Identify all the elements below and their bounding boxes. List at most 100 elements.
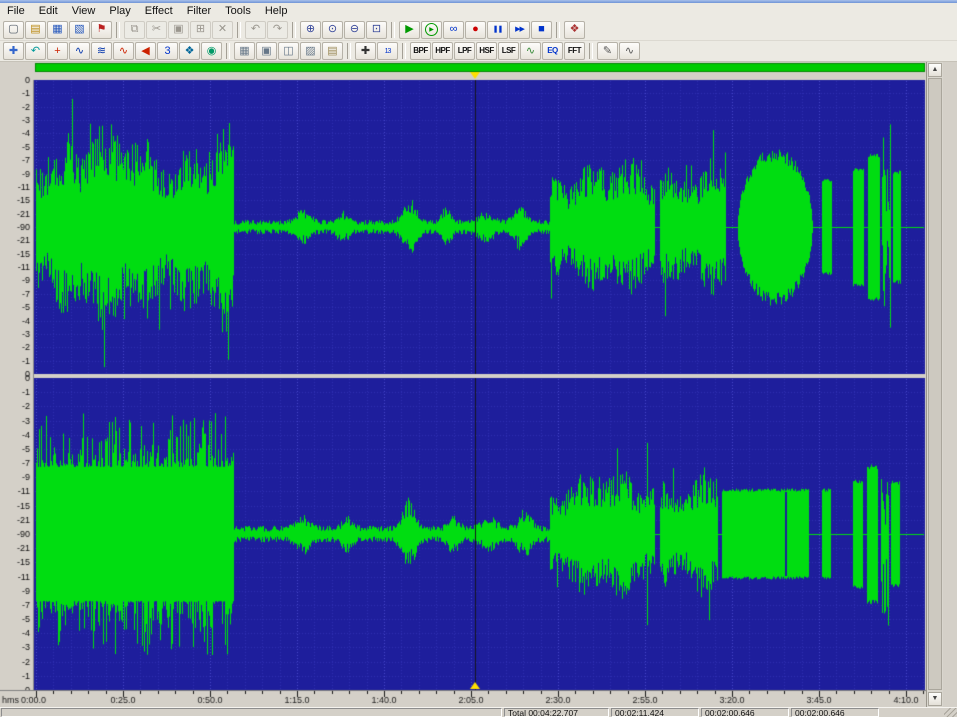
arrow-up-icon: ▲ [931, 66, 939, 73]
fft-icon: FFT [567, 46, 582, 55]
lpf-button[interactable]: LPF [454, 42, 475, 60]
forward-button[interactable]: ▶▶ [509, 20, 530, 39]
equalizer-button[interactable]: EQ [542, 42, 563, 60]
loop-button[interactable]: ∞ [443, 20, 464, 39]
menu-item-effect[interactable]: Effect [138, 3, 180, 19]
menu-item-filter[interactable]: Filter [180, 3, 218, 19]
session-flag-button[interactable]: ⚑ [91, 20, 112, 39]
delete-button[interactable]: ✕ [212, 20, 233, 39]
session-flag-icon: ⚑ [96, 23, 107, 35]
control-device-button[interactable]: ❖ [564, 20, 585, 39]
wave-stats-icon: ∿ [74, 44, 85, 57]
zoom-in-button[interactable]: ⊕ [300, 20, 321, 39]
wave-grid-button[interactable]: ≋ [91, 42, 112, 60]
toolbar-separator [237, 21, 241, 38]
smooth-button[interactable]: ∿ [520, 42, 541, 60]
waveform-canvas[interactable] [0, 62, 926, 707]
wave-marker-icon: ∿ [118, 44, 129, 57]
preset-1-button[interactable]: ▦ [234, 42, 255, 60]
menu-item-tools[interactable]: Tools [218, 3, 258, 19]
scrollbar-thumb[interactable] [928, 78, 942, 690]
preset-4-button[interactable]: ▨ [300, 42, 321, 60]
status-tail [881, 708, 943, 717]
link-channels-button[interactable]: ❖ [179, 42, 200, 60]
scroll-down-button[interactable]: ▼ [928, 692, 942, 706]
bpf-button[interactable]: BPF [410, 42, 431, 60]
new-file-button[interactable]: ▢ [3, 20, 24, 39]
record-button[interactable]: ● [465, 20, 486, 39]
monitor-level-button[interactable]: ◉ [201, 42, 222, 60]
preset-5-button[interactable]: ▤ [322, 42, 343, 60]
device-3-button[interactable]: 3 [157, 42, 178, 60]
preset-2-button[interactable]: ▣ [256, 42, 277, 60]
envelope-tool-button[interactable]: ∿ [619, 42, 640, 60]
app-window: File Edit View Play Effect Filter Tools Help ▢ ▤… [0, 0, 957, 717]
hsf-icon: HSF [479, 46, 494, 55]
preset-3-button[interactable]: ◫ [278, 42, 299, 60]
channel-13-button[interactable]: 13 [377, 42, 398, 60]
lsf-button[interactable]: LSF [498, 42, 519, 60]
file-properties-button[interactable]: ▧ [69, 20, 90, 39]
zoom-all-button[interactable]: ⊡ [366, 20, 387, 39]
speaker-button[interactable]: ◀ [135, 42, 156, 60]
zoom-out-icon: ⊖ [349, 23, 360, 35]
open-file-button[interactable]: ▤ [25, 20, 46, 39]
hsf-button[interactable]: HSF [476, 42, 497, 60]
hpf-icon: HPF [435, 46, 450, 55]
device-3-icon: 3 [164, 44, 171, 57]
hpf-button[interactable]: HPF [432, 42, 453, 60]
menu-item-view[interactable]: View [65, 3, 103, 19]
vertical-scrollbar[interactable]: ▲ ▼ [926, 62, 943, 707]
cue-marker-button[interactable]: ✚ [355, 42, 376, 60]
zoom-in-icon: ⊕ [305, 23, 316, 35]
maximize-view-button[interactable]: ✚ [3, 42, 24, 60]
copy-button[interactable]: ⧉ [124, 20, 145, 39]
stop-button[interactable]: ■ [531, 20, 552, 39]
marker-add-button[interactable]: + [47, 42, 68, 60]
arrow-down-icon: ▼ [931, 695, 939, 702]
draw-tool-button[interactable]: ✎ [597, 42, 618, 60]
toolbar-main: ▢ ▤ ▦ ▧ ⚑ ⧉ ✂ ▣ ⊞ ✕ ↶ ↷ ⊕ ⊙ ⊖ ⊡ ▶ ▶ ∞ ● ❚❚ ▶▶ ■ ❖ [0, 19, 957, 41]
resize-grip[interactable] [944, 708, 957, 717]
stop-icon: ■ [538, 23, 545, 35]
loop-icon: ∞ [449, 23, 458, 35]
toolbar-separator [589, 43, 593, 59]
preset-2-icon: ▣ [261, 44, 272, 57]
undo-button[interactable]: ↶ [245, 20, 266, 39]
save-file-button[interactable]: ▦ [47, 20, 68, 39]
cue-marker-icon: ✚ [360, 44, 371, 57]
new-file-icon: ▢ [8, 23, 19, 35]
menu-item-play[interactable]: Play [102, 3, 137, 19]
menu-item-edit[interactable]: Edit [32, 3, 65, 19]
wave-grid-icon: ≋ [96, 44, 107, 57]
paste-button[interactable]: ▣ [168, 20, 189, 39]
fft-button[interactable]: FFT [564, 42, 585, 60]
pause-button[interactable]: ❚❚ [487, 20, 508, 39]
preset-1-icon: ▦ [239, 44, 250, 57]
cut-icon: ✂ [151, 23, 162, 35]
zoom-selection-button[interactable]: ⊙ [322, 20, 343, 39]
toolbar-separator [556, 21, 560, 38]
draw-tool-icon: ✎ [602, 44, 613, 57]
zoom-out-button[interactable]: ⊖ [344, 20, 365, 39]
scroll-up-button[interactable]: ▲ [928, 63, 942, 77]
save-file-icon: ▦ [52, 23, 63, 35]
zoom-all-icon: ⊡ [371, 23, 382, 35]
toolbar-separator [116, 21, 120, 38]
cut-button[interactable]: ✂ [146, 20, 167, 39]
mix-button[interactable]: ⊞ [190, 20, 211, 39]
restore-view-icon: ↶ [30, 44, 41, 57]
restore-view-button[interactable]: ↶ [25, 42, 46, 60]
play-icon: ▶ [405, 23, 414, 35]
redo-button[interactable]: ↷ [267, 20, 288, 39]
marker-add-icon: + [54, 44, 61, 57]
mix-icon: ⊞ [195, 23, 206, 35]
wave-stats-button[interactable]: ∿ [69, 42, 90, 60]
menu-item-help[interactable]: Help [258, 3, 295, 19]
menu-item-file[interactable]: File [0, 3, 32, 19]
record-icon: ● [472, 23, 479, 35]
control-device-icon: ❖ [569, 23, 580, 35]
play-all-button[interactable]: ▶ [421, 20, 442, 39]
wave-marker-button[interactable]: ∿ [113, 42, 134, 60]
play-button[interactable]: ▶ [399, 20, 420, 39]
